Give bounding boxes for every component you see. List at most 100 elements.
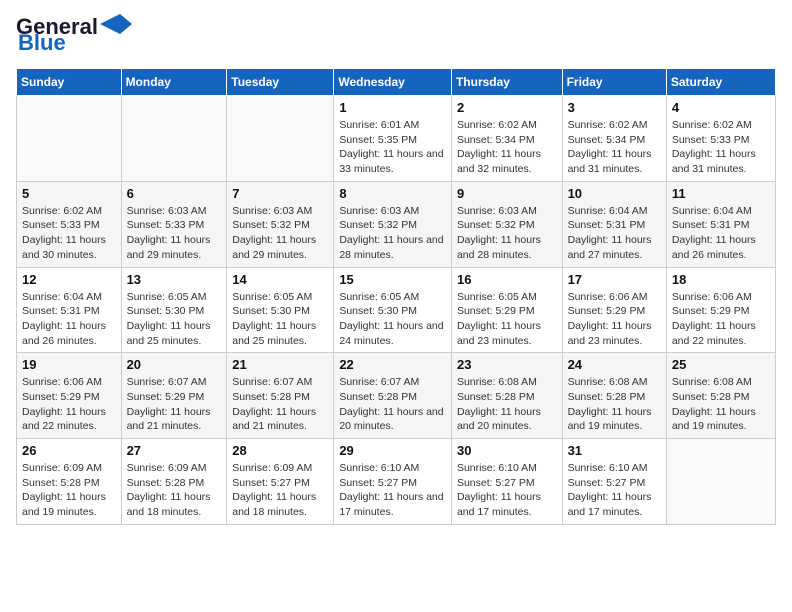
day-number: 7 xyxy=(232,186,328,201)
day-info: Daylight: 11 hours and 26 minutes. xyxy=(22,319,116,348)
day-info: Daylight: 11 hours and 27 minutes. xyxy=(568,233,661,262)
day-info: Sunset: 5:32 PM xyxy=(457,218,557,233)
day-info: Sunset: 5:27 PM xyxy=(568,476,661,491)
day-number: 3 xyxy=(568,100,661,115)
day-info: Sunrise: 6:07 AM xyxy=(339,375,446,390)
day-number: 20 xyxy=(127,357,222,372)
day-info: Sunrise: 6:06 AM xyxy=(672,290,770,305)
day-info: Sunset: 5:34 PM xyxy=(457,133,557,148)
day-info: Sunset: 5:28 PM xyxy=(232,390,328,405)
day-info: Daylight: 11 hours and 29 minutes. xyxy=(127,233,222,262)
calendar-cell: 27Sunrise: 6:09 AMSunset: 5:28 PMDayligh… xyxy=(121,439,227,525)
day-number: 24 xyxy=(568,357,661,372)
day-info: Sunrise: 6:03 AM xyxy=(232,204,328,219)
calendar-week-row: 5Sunrise: 6:02 AMSunset: 5:33 PMDaylight… xyxy=(17,181,776,267)
day-info: Sunset: 5:33 PM xyxy=(672,133,770,148)
day-header-tuesday: Tuesday xyxy=(227,69,334,96)
day-info: Daylight: 11 hours and 18 minutes. xyxy=(127,490,222,519)
day-info: Sunset: 5:31 PM xyxy=(672,218,770,233)
day-info: Sunrise: 6:06 AM xyxy=(22,375,116,390)
day-header-monday: Monday xyxy=(121,69,227,96)
day-info: Sunset: 5:29 PM xyxy=(22,390,116,405)
day-number: 25 xyxy=(672,357,770,372)
day-info: Daylight: 11 hours and 29 minutes. xyxy=(232,233,328,262)
day-info: Sunset: 5:29 PM xyxy=(127,390,222,405)
day-number: 15 xyxy=(339,272,446,287)
day-number: 28 xyxy=(232,443,328,458)
day-info: Sunset: 5:29 PM xyxy=(568,304,661,319)
calendar-cell xyxy=(121,96,227,182)
day-info: Sunset: 5:28 PM xyxy=(568,390,661,405)
day-number: 11 xyxy=(672,186,770,201)
day-info: Sunrise: 6:07 AM xyxy=(127,375,222,390)
day-info: Sunrise: 6:08 AM xyxy=(672,375,770,390)
calendar-cell xyxy=(227,96,334,182)
calendar-week-row: 26Sunrise: 6:09 AMSunset: 5:28 PMDayligh… xyxy=(17,439,776,525)
day-number: 16 xyxy=(457,272,557,287)
day-info: Sunrise: 6:01 AM xyxy=(339,118,446,133)
day-info: Sunrise: 6:10 AM xyxy=(339,461,446,476)
calendar-week-row: 12Sunrise: 6:04 AMSunset: 5:31 PMDayligh… xyxy=(17,267,776,353)
day-header-saturday: Saturday xyxy=(666,69,775,96)
day-number: 10 xyxy=(568,186,661,201)
day-info: Daylight: 11 hours and 19 minutes. xyxy=(22,490,116,519)
day-info: Sunset: 5:30 PM xyxy=(339,304,446,319)
day-info: Sunset: 5:35 PM xyxy=(339,133,446,148)
logo-arrow-icon xyxy=(100,14,132,34)
day-number: 31 xyxy=(568,443,661,458)
day-info: Sunset: 5:30 PM xyxy=(232,304,328,319)
day-info: Sunset: 5:28 PM xyxy=(127,476,222,491)
calendar-cell: 30Sunrise: 6:10 AMSunset: 5:27 PMDayligh… xyxy=(451,439,562,525)
day-info: Daylight: 11 hours and 25 minutes. xyxy=(232,319,328,348)
calendar-cell: 12Sunrise: 6:04 AMSunset: 5:31 PMDayligh… xyxy=(17,267,122,353)
day-info: Daylight: 11 hours and 31 minutes. xyxy=(672,147,770,176)
day-number: 12 xyxy=(22,272,116,287)
day-number: 30 xyxy=(457,443,557,458)
day-number: 23 xyxy=(457,357,557,372)
calendar-cell: 24Sunrise: 6:08 AMSunset: 5:28 PMDayligh… xyxy=(562,353,666,439)
day-info: Sunset: 5:32 PM xyxy=(232,218,328,233)
day-number: 4 xyxy=(672,100,770,115)
logo-blue: Blue xyxy=(18,30,66,56)
day-info: Sunset: 5:29 PM xyxy=(457,304,557,319)
day-info: Sunset: 5:27 PM xyxy=(339,476,446,491)
calendar-cell: 6Sunrise: 6:03 AMSunset: 5:33 PMDaylight… xyxy=(121,181,227,267)
day-info: Daylight: 11 hours and 22 minutes. xyxy=(22,405,116,434)
calendar-cell: 28Sunrise: 6:09 AMSunset: 5:27 PMDayligh… xyxy=(227,439,334,525)
day-info: Daylight: 11 hours and 17 minutes. xyxy=(457,490,557,519)
day-info: Sunrise: 6:04 AM xyxy=(672,204,770,219)
calendar-cell: 13Sunrise: 6:05 AMSunset: 5:30 PMDayligh… xyxy=(121,267,227,353)
calendar-cell: 10Sunrise: 6:04 AMSunset: 5:31 PMDayligh… xyxy=(562,181,666,267)
day-info: Sunrise: 6:05 AM xyxy=(457,290,557,305)
logo: General Blue xyxy=(16,16,132,56)
day-info: Sunrise: 6:03 AM xyxy=(127,204,222,219)
day-info: Daylight: 11 hours and 22 minutes. xyxy=(672,319,770,348)
day-info: Daylight: 11 hours and 23 minutes. xyxy=(568,319,661,348)
day-number: 29 xyxy=(339,443,446,458)
day-info: Daylight: 11 hours and 19 minutes. xyxy=(568,405,661,434)
calendar-cell: 17Sunrise: 6:06 AMSunset: 5:29 PMDayligh… xyxy=(562,267,666,353)
day-number: 14 xyxy=(232,272,328,287)
day-info: Sunrise: 6:03 AM xyxy=(339,204,446,219)
calendar-cell: 31Sunrise: 6:10 AMSunset: 5:27 PMDayligh… xyxy=(562,439,666,525)
calendar-header-row: SundayMondayTuesdayWednesdayThursdayFrid… xyxy=(17,69,776,96)
day-info: Daylight: 11 hours and 25 minutes. xyxy=(127,319,222,348)
day-number: 17 xyxy=(568,272,661,287)
calendar-cell: 16Sunrise: 6:05 AMSunset: 5:29 PMDayligh… xyxy=(451,267,562,353)
calendar-week-row: 1 Sunrise: 6:01 AMSunset: 5:35 PM Daylight… xyxy=(17,96,776,182)
day-info: Daylight: 11 hours and 21 minutes. xyxy=(232,405,328,434)
calendar-cell: 3Sunrise: 6:02 AMSunset: 5:34 PMDaylight… xyxy=(562,96,666,182)
day-number: 18 xyxy=(672,272,770,287)
day-info: Sunrise: 6:02 AM xyxy=(672,118,770,133)
day-info: Daylight: 11 hours and 32 minutes. xyxy=(457,147,557,176)
calendar-cell: 20Sunrise: 6:07 AMSunset: 5:29 PMDayligh… xyxy=(121,353,227,439)
day-number: 1 xyxy=(339,100,446,115)
calendar-week-row: 19Sunrise: 6:06 AMSunset: 5:29 PMDayligh… xyxy=(17,353,776,439)
day-number: 26 xyxy=(22,443,116,458)
calendar-cell: 18Sunrise: 6:06 AMSunset: 5:29 PMDayligh… xyxy=(666,267,775,353)
calendar-cell: 15Sunrise: 6:05 AMSunset: 5:30 PMDayligh… xyxy=(334,267,452,353)
calendar-cell: 26Sunrise: 6:09 AMSunset: 5:28 PMDayligh… xyxy=(17,439,122,525)
calendar-cell: 29 Sunrise: 6:10 AMSunset: 5:27 PMDayligh… xyxy=(334,439,452,525)
page-header: General Blue xyxy=(16,16,776,56)
day-info: Daylight: 11 hours and 17 minutes. xyxy=(339,490,446,519)
